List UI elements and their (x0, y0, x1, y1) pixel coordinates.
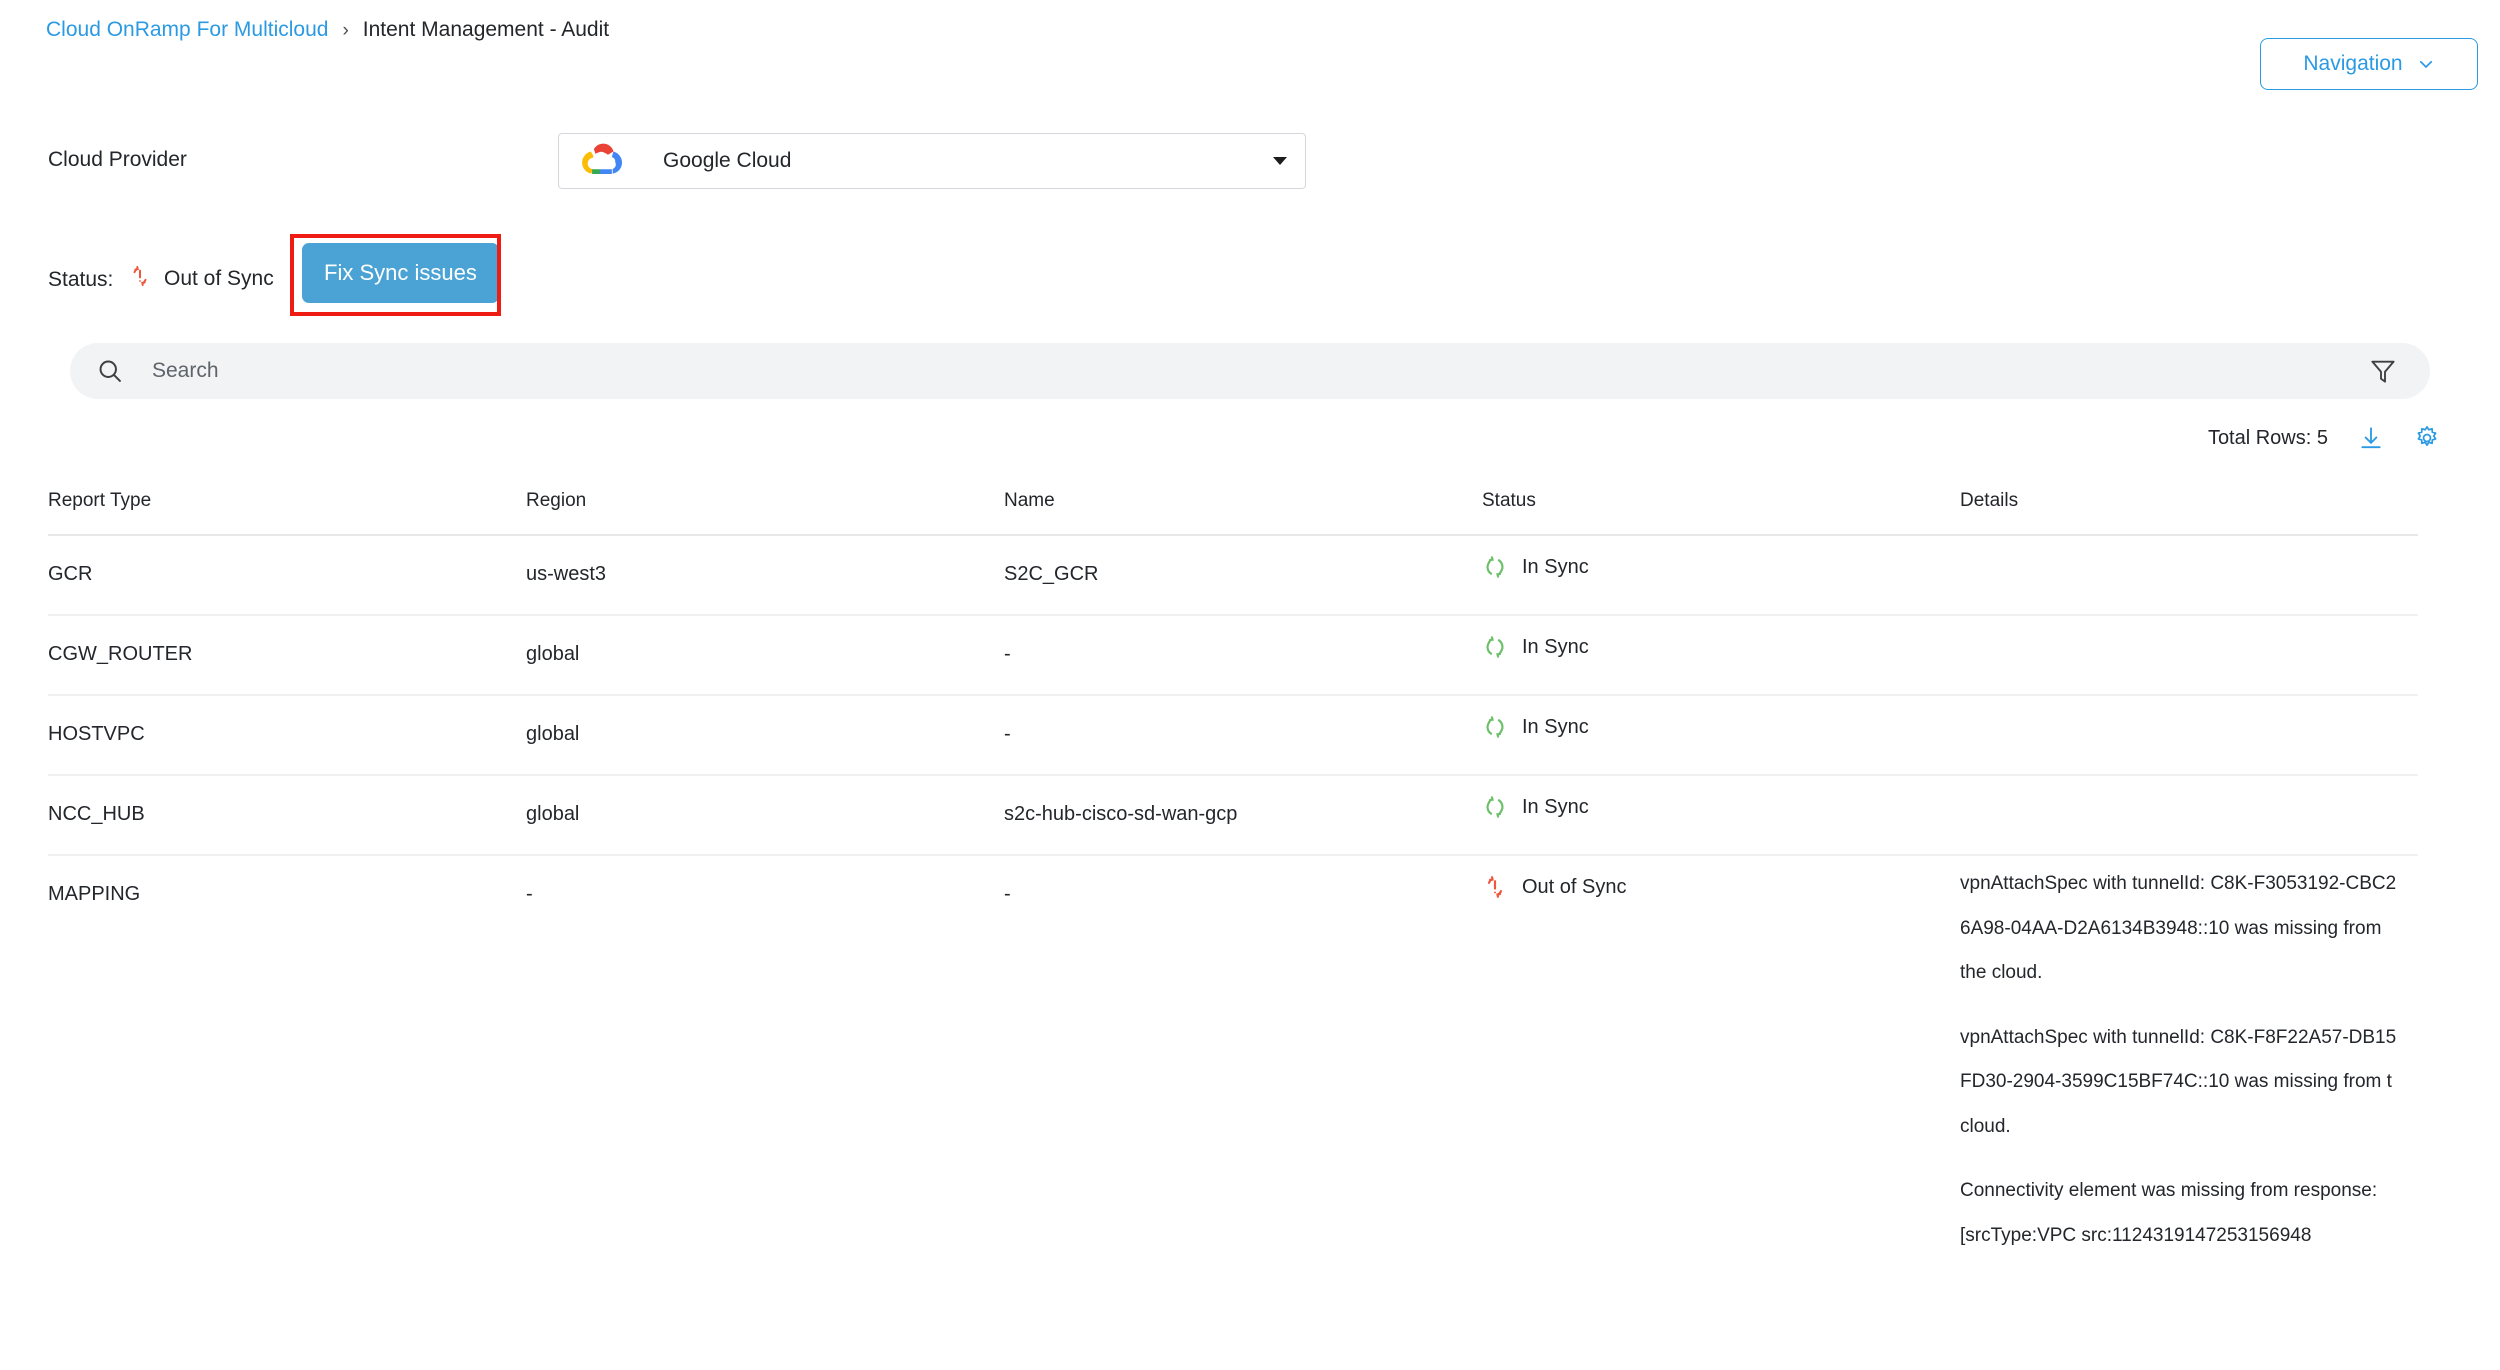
breadcrumb: Cloud OnRamp For Multicloud › Intent Man… (46, 18, 609, 42)
status-badge: In Sync (1522, 635, 1589, 658)
cell-name: S2C_GCR (1004, 563, 1099, 585)
cell-name: - (1004, 723, 1011, 745)
status-badge: Out of Sync (1522, 875, 1627, 898)
status-badge: In Sync (1522, 795, 1589, 818)
detail-line: cloud. (1960, 1115, 2011, 1137)
breadcrumb-current-page: Intent Management - Audit (362, 18, 610, 41)
table-row[interactable]: NCC_HUB global s2c-hub-cisco-sd-wan-gcp In … (48, 776, 2418, 856)
cell-status: In Sync (1482, 536, 1960, 608)
navigation-button[interactable]: Navigation (2260, 38, 2478, 90)
cell-status: In Sync (1482, 696, 1960, 768)
detail-line: FD30-2904-3599C15BF74C::10 was missing f… (1960, 1071, 2392, 1093)
cell-report-type: MAPPING (48, 883, 141, 905)
cell-status: Out of Sync (1482, 856, 1960, 928)
out-of-sync-icon (1482, 874, 1508, 900)
status-label: Status: (48, 268, 114, 291)
cell-report-type: GCR (48, 563, 93, 585)
in-sync-icon (1482, 794, 1508, 820)
cell-details: vpnAttachSpec with tunnelId: C8K-F305319… (1960, 856, 2418, 1258)
detail-line: the cloud. (1960, 962, 2043, 984)
cell-details (1960, 776, 2418, 806)
out-of-sync-icon (128, 264, 152, 294)
table-toolbar: Total Rows: 5 (2208, 425, 2440, 451)
breadcrumb-separator-icon: › (342, 19, 349, 41)
cloud-provider-select[interactable]: Google Cloud (558, 133, 1306, 189)
detail-line: 6A98-04AA-D2A6134B3948::10 was missing f… (1960, 917, 2382, 939)
detail-line: vpnAttachSpec with tunnelId: C8K-F305319… (1960, 873, 2397, 894)
cell-region: global (526, 803, 580, 825)
column-header-details[interactable]: Details (1960, 490, 2418, 512)
in-sync-icon (1482, 554, 1508, 580)
fix-sync-issues-button[interactable]: Fix Sync issues (302, 243, 499, 303)
table-row[interactable]: HOSTVPC global - In Sync (48, 696, 2418, 776)
cell-status: In Sync (1482, 616, 1960, 688)
column-header-name[interactable]: Name (1004, 490, 1482, 512)
cell-name: - (1004, 883, 1011, 905)
filter-icon[interactable] (2368, 356, 2398, 386)
cell-region: us-west3 (526, 563, 607, 585)
table-body: GCR us-west3 S2C_GCR In Sync CGW_ROUTER globa… (48, 536, 2418, 1258)
detail-line: vpnAttachSpec with tunnelId: C8K-F8F22A5… (1960, 1026, 2397, 1048)
table-header-row: Report Type Region Name Status Details (48, 490, 2418, 536)
cell-report-type: NCC_HUB (48, 803, 145, 825)
status-badge: In Sync (1522, 555, 1589, 578)
total-rows-label: Total Rows: 5 (2207, 426, 2328, 449)
detail-line: [srcType:VPC src:1124319147253156948 (1960, 1224, 2312, 1246)
in-sync-icon (1482, 634, 1508, 660)
cell-status: In Sync (1482, 776, 1960, 848)
cell-name: - (1004, 643, 1011, 665)
column-header-report-type[interactable]: Report Type (48, 490, 526, 512)
cell-name: s2c-hub-cisco-sd-wan-gcp (1004, 803, 1238, 825)
cell-details (1960, 696, 2418, 726)
search-bar[interactable] (70, 343, 2430, 399)
page-root: Cloud OnRamp For Multicloud › Intent Man… (0, 0, 2500, 1370)
detail-line: Connectivity element was missing from re… (1960, 1180, 2378, 1202)
audit-table: Report Type Region Name Status Details G… (48, 490, 2418, 1258)
cell-details (1960, 616, 2418, 646)
chevron-down-icon (2417, 55, 2435, 73)
search-icon (96, 357, 124, 385)
download-icon[interactable] (2358, 425, 2384, 451)
cloud-provider-selected-value: Google Cloud (663, 149, 792, 172)
cell-region: global (526, 643, 580, 665)
column-header-region[interactable]: Region (526, 490, 1004, 512)
column-header-status[interactable]: Status (1482, 490, 1960, 512)
navigation-button-label: Navigation (2303, 52, 2403, 75)
status-value-text: Out of Sync (164, 267, 274, 290)
google-cloud-logo (579, 141, 625, 181)
caret-down-icon (1273, 157, 1287, 165)
cell-report-type: HOSTVPC (48, 723, 145, 745)
gear-icon[interactable] (2414, 425, 2440, 451)
cell-report-type: CGW_ROUTER (48, 643, 193, 665)
cell-region: global (526, 723, 580, 745)
cell-details (1960, 536, 2418, 566)
table-row[interactable]: GCR us-west3 S2C_GCR In Sync (48, 536, 2418, 616)
breadcrumb-root-link[interactable]: Cloud OnRamp For Multicloud (46, 18, 328, 42)
table-row[interactable]: CGW_ROUTER global - In Sync (48, 616, 2418, 696)
table-row[interactable]: MAPPING - - Out of Sync vpnAttachSpec with t… (48, 856, 2418, 1258)
status-badge: In Sync (1522, 715, 1589, 738)
cell-region: - (526, 883, 533, 905)
search-input[interactable] (150, 343, 2368, 399)
status-value: Out of Sync (128, 264, 274, 294)
cloud-provider-label: Cloud Provider (48, 148, 187, 171)
in-sync-icon (1482, 714, 1508, 740)
